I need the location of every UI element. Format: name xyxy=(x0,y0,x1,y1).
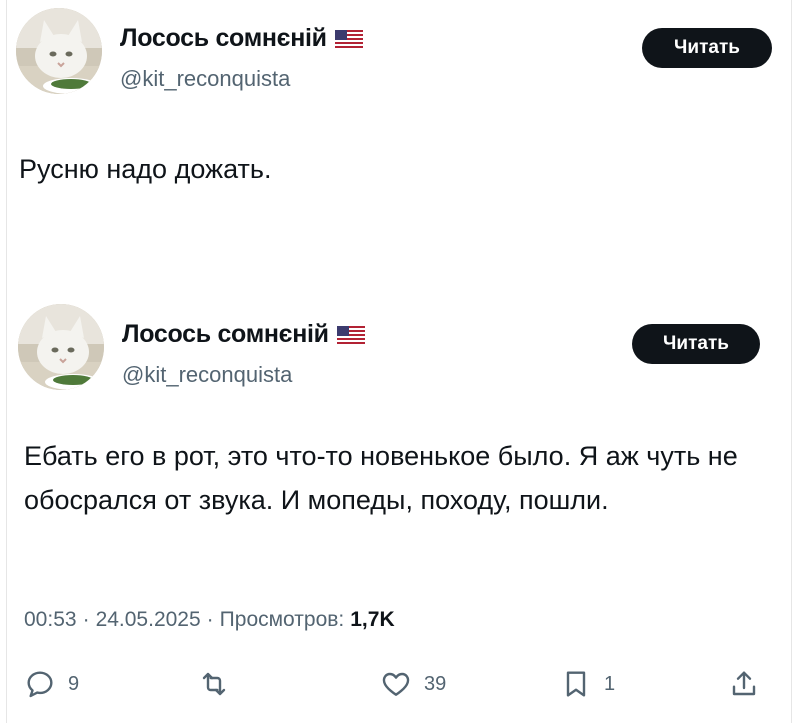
display-name[interactable]: Лосось сомнєній xyxy=(122,320,329,349)
tweet-header: Лосось сомнєній @kit_reconquista Читать xyxy=(16,8,786,108)
tweet-text: Ебать его в рот, это что-то новенькое бы… xyxy=(24,441,738,515)
us-flag-icon xyxy=(334,29,363,48)
handle[interactable]: @kit_reconquista xyxy=(122,362,292,388)
like-button[interactable]: 39 xyxy=(380,668,446,700)
meta-separator: · xyxy=(206,608,214,631)
views-count: 1,7K xyxy=(350,608,395,631)
reply-icon xyxy=(27,671,53,698)
share-button[interactable] xyxy=(728,668,760,700)
reply-button[interactable]: 9 xyxy=(24,668,79,700)
action-bar: 9 39 1 xyxy=(0,660,800,710)
bookmark-count: 1 xyxy=(604,672,616,695)
retweet-icon xyxy=(202,672,226,696)
views-label: Просмотров: xyxy=(219,608,345,631)
bookmark-icon xyxy=(566,671,586,697)
heart-icon xyxy=(382,672,410,696)
handle[interactable]: @kit_reconquista xyxy=(120,66,290,92)
avatar[interactable] xyxy=(18,304,104,390)
retweet-button[interactable] xyxy=(198,668,242,700)
share-icon xyxy=(732,671,756,696)
display-name[interactable]: Лосось сомнєній xyxy=(120,24,327,53)
reply-count: 9 xyxy=(68,672,80,695)
name-row: Лосось сомнєній xyxy=(120,24,363,53)
tweet-time[interactable]: 00:53 xyxy=(24,608,77,632)
tweet-header: Лосось сомнєній @kit_reconquista Читать xyxy=(18,304,788,404)
like-count: 39 xyxy=(424,672,447,695)
follow-button[interactable]: Читать xyxy=(632,324,760,364)
us-flag-icon xyxy=(336,325,365,344)
tweet-date[interactable]: 24.05.2025 xyxy=(96,608,201,632)
meta-separator: · xyxy=(82,608,90,631)
avatar[interactable] xyxy=(16,8,102,94)
tweet-meta: 00:53 · 24.05.2025 · Просмотров: 1,7K xyxy=(24,608,395,632)
tweet-text: Русню надо дожать. xyxy=(19,154,272,184)
bookmark-button[interactable]: 1 xyxy=(560,668,615,700)
follow-button[interactable]: Читать xyxy=(642,28,772,68)
name-row: Лосось сомнєній xyxy=(122,320,365,349)
